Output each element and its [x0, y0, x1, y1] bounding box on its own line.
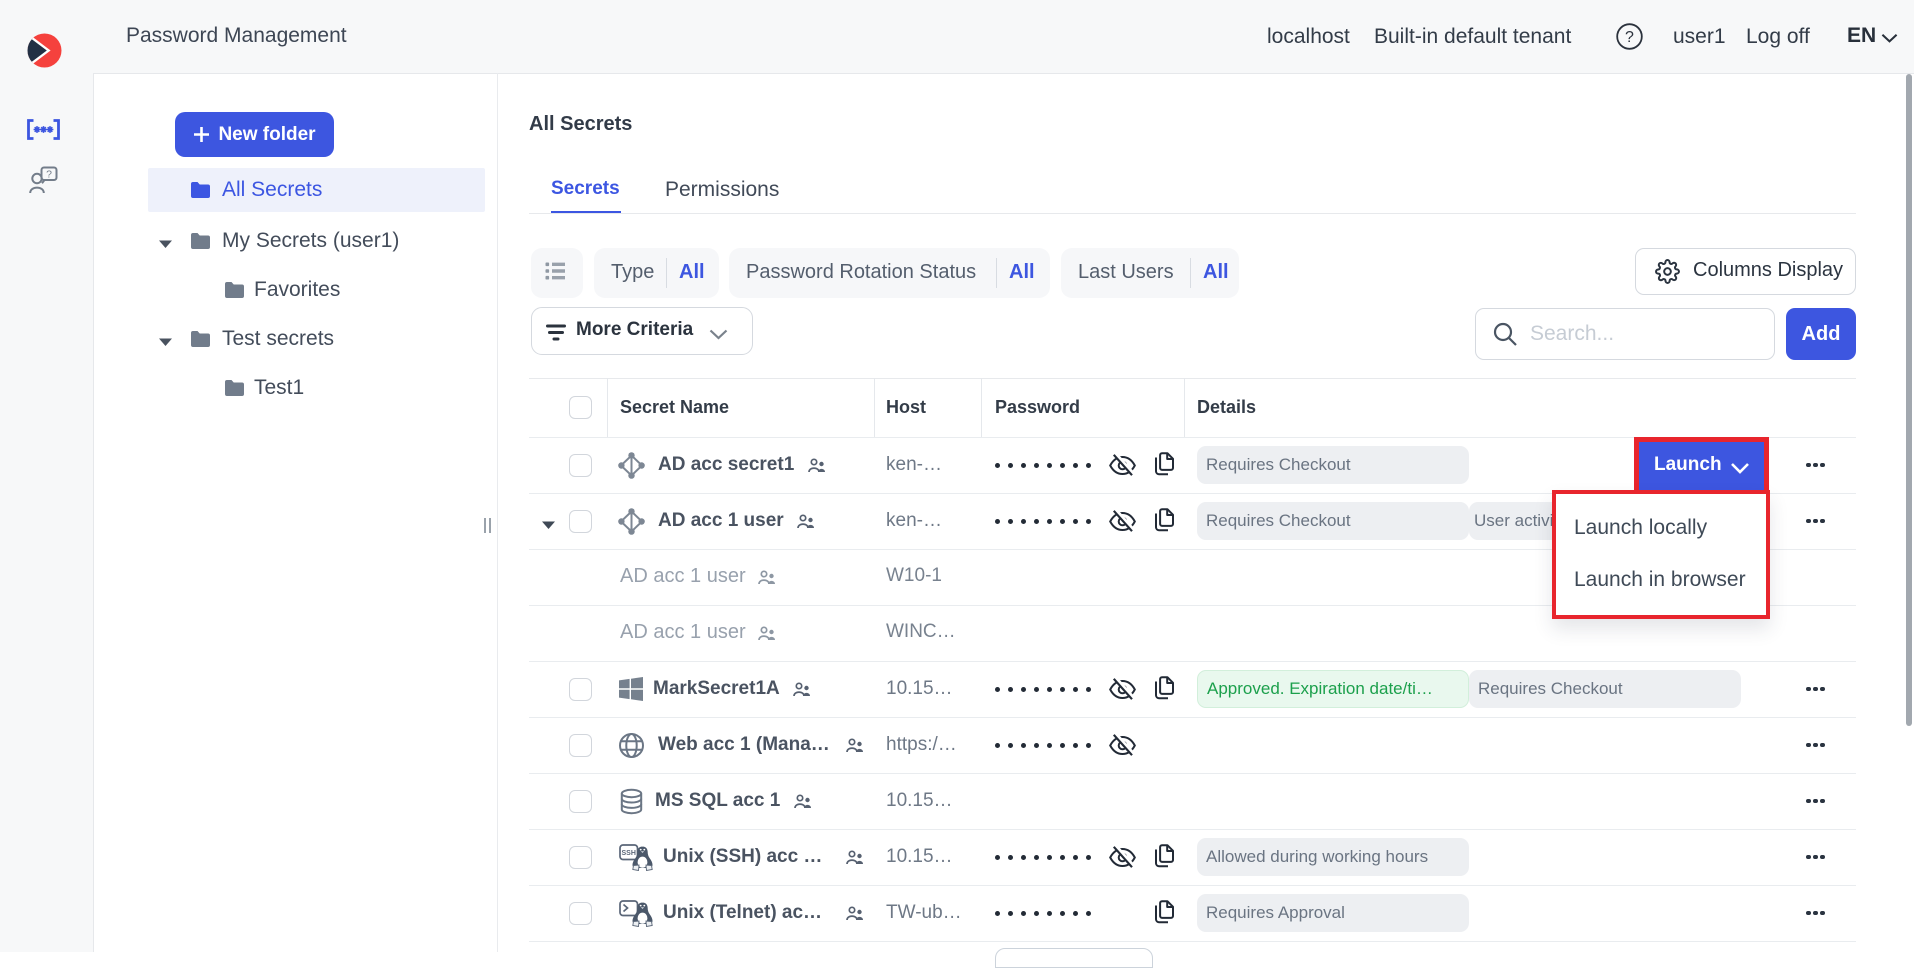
svg-text:?: ? [1625, 29, 1634, 46]
svg-text:?: ? [46, 168, 52, 180]
svg-text:SSH: SSH [621, 850, 635, 857]
